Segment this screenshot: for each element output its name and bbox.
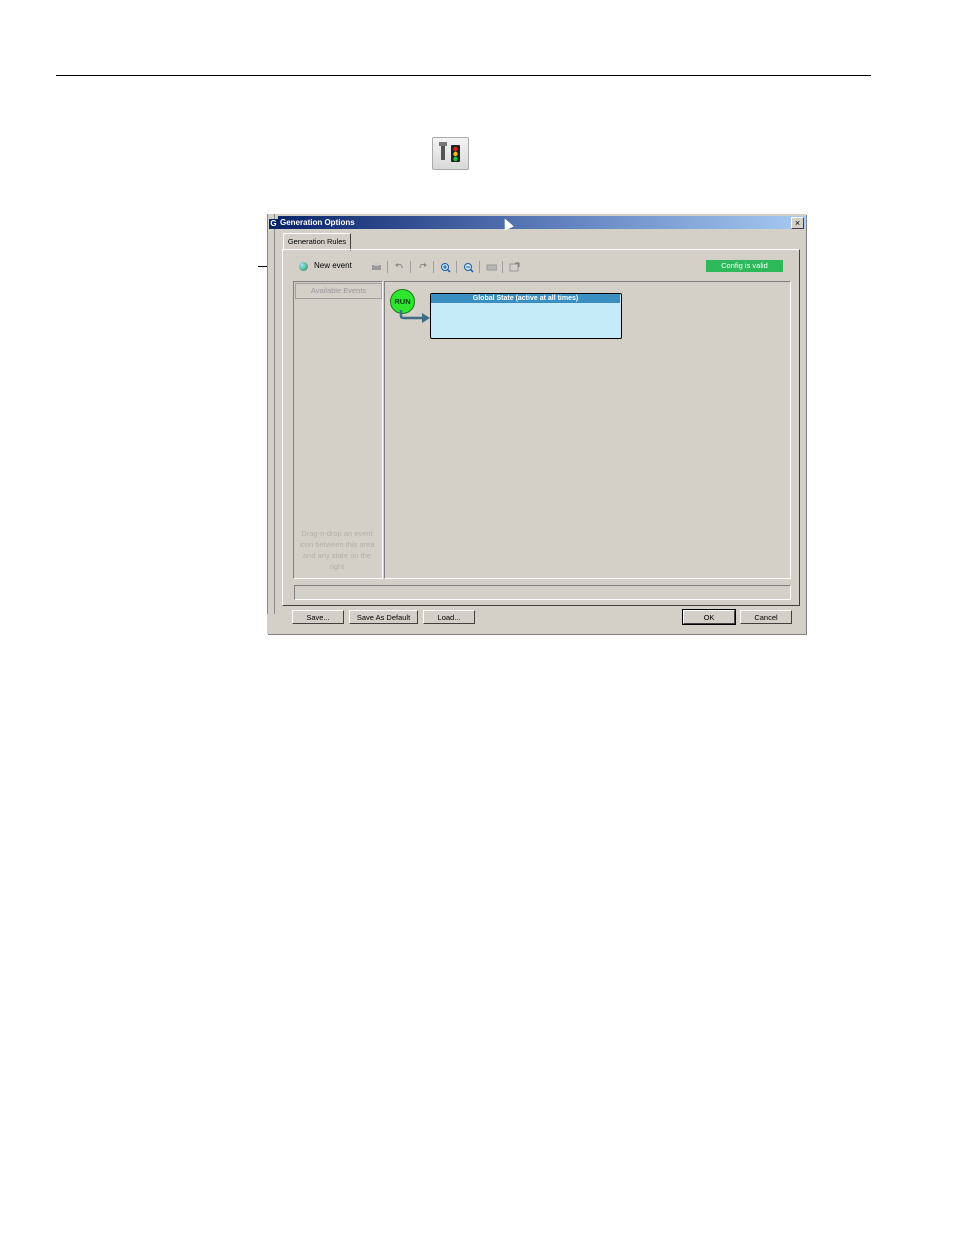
- export-icon[interactable]: [509, 262, 520, 272]
- drag-drop-hint: Drag-n-drop an event icon between this a…: [299, 529, 375, 571]
- toolbar-separator: [433, 261, 434, 273]
- generation-options-toolbar-icon[interactable]: [432, 137, 469, 170]
- global-state-title: Global State (active at all times): [431, 294, 620, 303]
- available-events-header: Available Events: [295, 283, 382, 299]
- app-icon: G: [269, 219, 278, 229]
- load-button[interactable]: Load...: [423, 610, 475, 624]
- page-top-rule: [56, 75, 871, 76]
- background-window-edge: [267, 214, 275, 614]
- save-button[interactable]: Save...: [292, 610, 344, 624]
- save-as-default-button[interactable]: Save As Default: [349, 610, 418, 624]
- toolbar-separator: [456, 261, 457, 273]
- toolbar-separator: [479, 261, 480, 273]
- toolbar-separator: [410, 261, 411, 273]
- cancel-button[interactable]: Cancel: [740, 610, 792, 624]
- zoom-out-icon[interactable]: [463, 262, 474, 273]
- status-bar: [294, 585, 791, 600]
- dialog-titlebar[interactable]: [278, 216, 805, 229]
- new-event-button[interactable]: New event: [314, 260, 352, 272]
- ok-button[interactable]: OK: [682, 609, 736, 625]
- close-button[interactable]: ×: [791, 217, 804, 229]
- toolbar-separator: [387, 261, 388, 273]
- redo-icon[interactable]: [417, 262, 428, 272]
- run-arrow: [399, 310, 430, 323]
- undo-icon[interactable]: [394, 262, 405, 272]
- toolbar-separator: [502, 261, 503, 273]
- new-event-globe-icon[interactable]: [299, 262, 308, 271]
- keyboard-icon[interactable]: [486, 262, 498, 272]
- print-icon[interactable]: [371, 262, 382, 272]
- dialog-title: Generation Options: [280, 218, 355, 227]
- config-status-badge: Config is valid: [706, 260, 783, 272]
- zoom-in-icon[interactable]: [440, 262, 451, 273]
